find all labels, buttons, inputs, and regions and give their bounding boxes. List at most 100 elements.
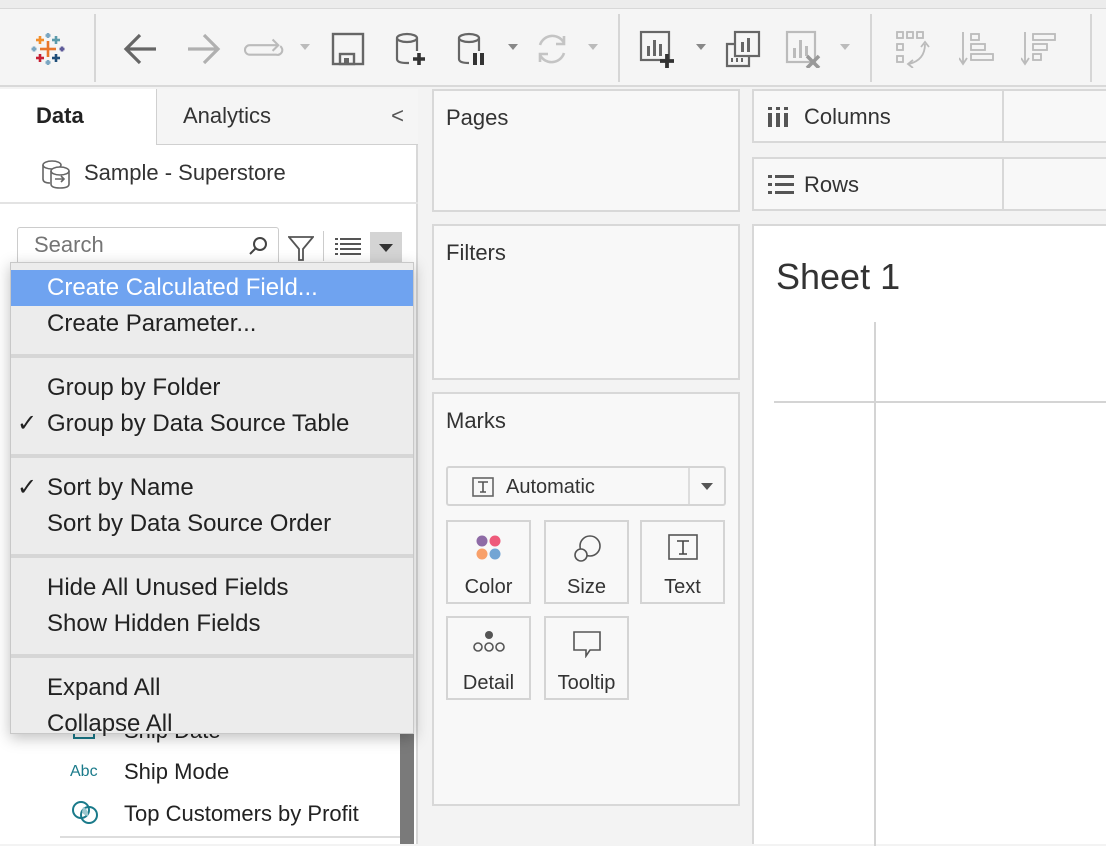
menu-item-sort-by-data-source-order[interactable]: Sort by Data Source Order	[11, 506, 413, 542]
chevron-down-icon	[379, 244, 393, 252]
window-top-strip	[0, 0, 1106, 9]
menu-item-label: Collapse All	[47, 710, 173, 737]
menu-item-label: Group by Folder	[47, 374, 221, 401]
data-pane-menu-button[interactable]	[370, 232, 402, 264]
divider	[1002, 91, 1004, 141]
mark-type-dropdown[interactable]: Automatic	[446, 466, 726, 506]
menu-item-group-by-data-source-table[interactable]: ✓ Group by Data Source Table	[11, 406, 413, 442]
sort-descending-icon[interactable]	[1020, 29, 1060, 69]
rows-shelf-label: Rows	[804, 172, 860, 197]
filters-card-title: Filters	[446, 240, 506, 265]
menu-item-sort-by-name[interactable]: ✓ Sort by Name	[11, 470, 413, 506]
menu-item-collapse-all[interactable]: Collapse All	[11, 706, 413, 742]
collapse-pane-button[interactable]: <	[391, 103, 404, 129]
back-icon[interactable]	[120, 29, 160, 69]
clear-sheet-dropdown-arrow[interactable]	[840, 44, 850, 50]
detail-icon	[448, 630, 529, 654]
size-icon	[546, 534, 627, 564]
view-list-icon[interactable]	[335, 238, 361, 261]
pane-divider-horizontal	[774, 401, 1106, 403]
menu-item-label: Expand All	[47, 674, 161, 701]
size-button-label: Size	[567, 576, 606, 598]
data-source-name: Sample - Superstore	[84, 160, 286, 185]
pages-card[interactable]: Pages	[432, 89, 740, 212]
search-field[interactable]	[17, 227, 279, 265]
divider	[60, 836, 405, 838]
field-label: Ship Mode	[124, 759, 230, 784]
rows-shelf[interactable]: Rows	[752, 157, 1106, 211]
swap-rows-columns-icon[interactable]	[894, 29, 934, 69]
menu-item-label: Show Hidden Fields	[47, 610, 261, 637]
data-source-item[interactable]: Sample - Superstore	[0, 145, 418, 204]
columns-shelf[interactable]: Columns	[752, 89, 1106, 143]
menu-item-create-parameter[interactable]: Create Parameter...	[11, 306, 413, 342]
field-item[interactable]: Top Customers by Profit	[70, 794, 359, 834]
redo-dropdown-arrow[interactable]	[300, 44, 310, 50]
menu-item-hide-all-unused-fields[interactable]: Hide All Unused Fields	[11, 570, 413, 606]
search-icon[interactable]	[248, 236, 268, 261]
new-data-source-icon[interactable]	[390, 29, 430, 69]
color-button-label: Color	[464, 576, 513, 598]
detail-button[interactable]: Detail	[446, 616, 531, 700]
text-button[interactable]: Text	[640, 520, 725, 604]
save-icon[interactable]	[328, 29, 368, 69]
clear-sheet-icon[interactable]	[784, 29, 824, 69]
toolbar-separator	[1090, 14, 1092, 82]
duplicate-sheet-icon[interactable]	[722, 29, 762, 69]
text-button-label: Text	[664, 576, 701, 598]
field-item[interactable]: Abc Ship Mode	[70, 752, 229, 792]
menu-item-label: Sort by Data Source Order	[47, 510, 332, 537]
menu-item-expand-all[interactable]: Expand All	[11, 670, 413, 706]
toolbar	[0, 9, 1106, 87]
menu-item-label: Create Calculated Field...	[47, 274, 318, 301]
chevron-down-icon	[701, 483, 713, 490]
divider	[1002, 159, 1004, 209]
toolbar-separator	[94, 14, 96, 82]
forward-icon[interactable]	[184, 29, 224, 69]
tooltip-button[interactable]: Tooltip	[544, 616, 629, 700]
string-field-icon: Abc	[70, 763, 98, 780]
marks-card: Marks Automatic Color Size Text Detail T…	[432, 392, 740, 806]
pages-card-title: Pages	[446, 105, 509, 130]
menu-separator	[11, 454, 413, 458]
tooltip-button-label: Tooltip	[557, 672, 616, 694]
marks-card-title: Marks	[446, 408, 506, 433]
tab-analytics-label: Analytics	[183, 103, 272, 128]
size-button[interactable]: Size	[544, 520, 629, 604]
menu-item-group-by-folder[interactable]: Group by Folder	[11, 370, 413, 406]
redo-icon[interactable]	[244, 29, 284, 69]
filters-card[interactable]: Filters	[432, 224, 740, 380]
search-input[interactable]	[18, 228, 218, 262]
menu-item-label: Sort by Name	[47, 474, 194, 501]
refresh-icon[interactable]	[532, 29, 572, 69]
columns-shelf-label: Columns	[804, 104, 891, 129]
checkmark-icon: ✓	[17, 410, 38, 437]
new-worksheet-icon[interactable]	[638, 29, 678, 69]
field-label: Top Customers by Profit	[124, 801, 359, 826]
tab-analytics[interactable]: Analytics <	[156, 89, 418, 145]
checkmark-icon: ✓	[17, 474, 38, 501]
color-button[interactable]: Color	[446, 520, 531, 604]
sheet-title[interactable]: Sheet 1	[776, 256, 900, 298]
tableau-logo-icon[interactable]	[28, 29, 68, 69]
data-source-dropdown-arrow[interactable]	[508, 44, 518, 50]
menu-separator	[11, 654, 413, 658]
new-worksheet-dropdown-arrow[interactable]	[696, 44, 706, 50]
divider	[323, 231, 324, 261]
menu-item-create-calculated-field[interactable]: Create Calculated Field...	[11, 270, 413, 306]
tab-data[interactable]: Data	[0, 89, 156, 145]
refresh-dropdown-arrow[interactable]	[588, 44, 598, 50]
worksheet-canvas[interactable]: Sheet 1	[752, 224, 1106, 846]
columns-icon	[768, 107, 790, 132]
data-source-icon	[40, 159, 72, 194]
tooltip-icon	[546, 630, 627, 658]
data-pane-context-menu: Create Calculated Field... Create Parame…	[10, 262, 414, 737]
toolbar-separator	[618, 14, 620, 82]
menu-separator	[11, 554, 413, 558]
pause-auto-updates-icon[interactable]	[452, 29, 492, 69]
set-field-icon	[70, 799, 124, 830]
color-icon	[448, 534, 529, 562]
sort-ascending-icon[interactable]	[958, 29, 998, 69]
menu-item-show-hidden-fields[interactable]: Show Hidden Fields	[11, 606, 413, 642]
toolbar-separator	[870, 14, 872, 82]
